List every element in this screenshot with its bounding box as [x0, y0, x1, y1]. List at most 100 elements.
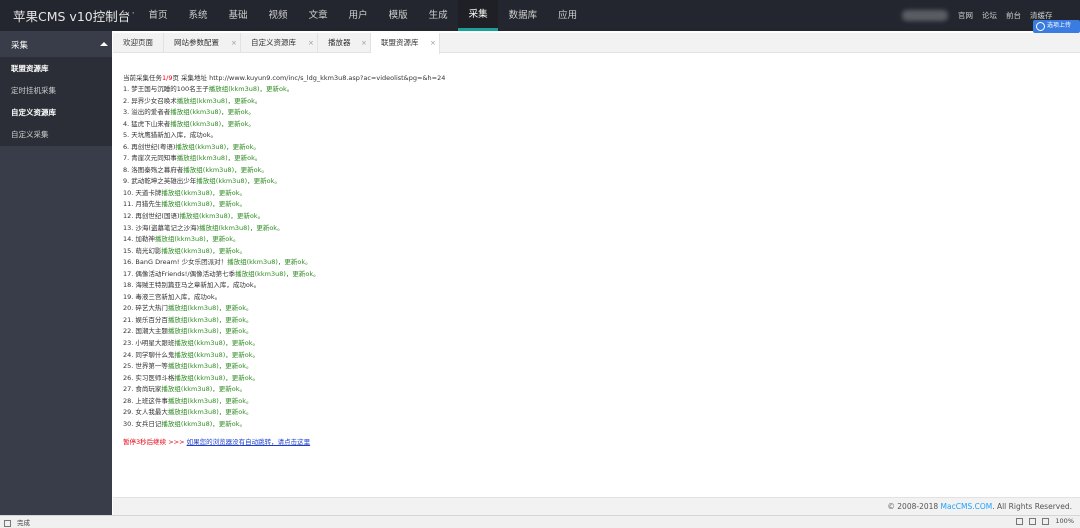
log-line: 9. 武动乾坤之英雄出少年播放组(kkm3u8)，更新ok。	[123, 176, 1023, 188]
log-title: 加勒神	[135, 235, 155, 244]
log-title: 同学聊什么鬼	[135, 350, 175, 359]
status-text: 完成	[4, 517, 30, 527]
log-line: 2. 异界少女召唤术播放组(kkm3u8)，更新ok。	[123, 96, 1023, 108]
log-action: 播放组(kkm3u8)，更新ok。	[176, 96, 262, 105]
nav-item-0[interactable]: 首页	[138, 0, 178, 31]
log-line: 14. 加勒神播放组(kkm3u8)，更新ok。	[123, 234, 1023, 246]
log-number: 20.	[123, 304, 134, 313]
caret-up-icon	[100, 42, 108, 46]
nav-item-10[interactable]: 应用	[548, 0, 588, 31]
redirect-link[interactable]: 如果您的浏览器没有自动跳转，请点击这里	[187, 438, 311, 446]
copyright-bar: © 2008-2018 MacCMS.COM. All Rights Reser…	[113, 497, 1080, 515]
close-icon[interactable]: ×	[361, 33, 367, 53]
log-title: 女兵日记	[135, 419, 162, 428]
app-title[interactable]: 苹果CMS v10控制台	[13, 6, 130, 25]
tab-label: 网站参数配置	[174, 38, 219, 47]
pause-notice: 暂停3秒后继续 >>>	[123, 438, 187, 446]
log-title: 青崖次元同知事	[131, 154, 177, 163]
log-action: 播放组(kkm3u8)，更新ok。	[161, 188, 246, 197]
log-title: 武动乾坤之英雄出少年	[131, 177, 197, 186]
log-title: 女人我最大	[135, 408, 168, 417]
nav-item-6[interactable]: 模版	[378, 0, 418, 31]
log-title: 海贼王特别篇亚马之章新加入库，成功ok。	[135, 281, 261, 290]
status-label: 完成	[17, 519, 30, 527]
log-action: 播放组(kkm3u8)，更新ok。	[161, 385, 246, 394]
top-link-2[interactable]: 前台	[1006, 0, 1021, 31]
top-link-0[interactable]: 官网	[958, 0, 973, 31]
log-title: 上班这件事	[135, 396, 168, 405]
sidebar-item-0[interactable]: 联盟资源库	[0, 58, 112, 80]
sidebar-section-collect[interactable]: 采集	[0, 31, 112, 58]
nav-item-3[interactable]: 视频	[258, 0, 298, 31]
copyright-brand-link[interactable]: MacCMS.COM	[941, 502, 993, 511]
speaker-icon[interactable]	[1016, 517, 1024, 525]
tab-label: 自定义资源库	[251, 38, 296, 47]
tab-3[interactable]: 播放器 ×	[318, 33, 371, 53]
log-line: 4. 猛虎下山来者播放组(kkm3u8)，更新ok。	[123, 119, 1023, 131]
more-menu-icon[interactable]: ···	[122, 7, 136, 19]
upload-badge-label: 选项上传	[1047, 23, 1072, 29]
tab-1[interactable]: 网站参数配置 ×	[164, 33, 241, 53]
log-action: 播放组(kkm3u8)，更新ok。	[174, 339, 259, 348]
log-action: 播放组(kkm3u8)，更新ok。	[167, 327, 253, 336]
log-line: 19. 毒液三宫新加入库，成功ok。	[123, 292, 1023, 304]
close-icon[interactable]: ×	[231, 33, 237, 53]
tab-2[interactable]: 自定义资源库 ×	[241, 33, 318, 53]
browser-status-bar: 完成 100%	[0, 515, 1080, 528]
nav-item-7[interactable]: 生成	[418, 0, 458, 31]
log-line: 30. 女兵日记播放组(kkm3u8)，更新ok。	[123, 419, 1023, 431]
status-right: 100%	[1016, 517, 1074, 525]
log-action: 播放组(kkm3u8)，更新ok。	[170, 119, 255, 128]
log-title: 国潮大主题	[135, 327, 168, 336]
log-line: 16. BanG Dream! 少女乐团派对！播放组(kkm3u8)，更新ok。	[123, 257, 1023, 269]
log-action: 播放组(kkm3u8)，更新ok。	[176, 154, 262, 163]
log-number: 30.	[123, 419, 134, 428]
copyright-prefix: © 2008-2018	[887, 502, 941, 511]
tab-label: 欢迎页面	[123, 38, 153, 47]
log-number: 27.	[123, 385, 134, 394]
log-number: 11.	[123, 200, 134, 209]
log-line: 11. 月猎先生播放组(kkm3u8)，更新ok。	[123, 199, 1023, 211]
close-icon[interactable]: ×	[308, 33, 314, 53]
nav-item-4[interactable]: 文章	[298, 0, 338, 31]
log-number: 15.	[123, 246, 134, 255]
sidebar-submenu: 联盟资源库 定时挂机采集 自定义资源库 自定义采集	[0, 58, 112, 146]
copyright-suffix: . All Rights Reserved.	[992, 502, 1072, 511]
top-link-1[interactable]: 论坛	[982, 0, 997, 31]
log-action: 播放组(kkm3u8)，更新ok。	[161, 200, 246, 209]
log-action: 播放组(kkm3u8)，更新ok。	[154, 235, 240, 244]
tab-4[interactable]: 联盟资源库 ×	[371, 33, 440, 54]
nav-item-5[interactable]: 用户	[338, 0, 378, 31]
top-navbar: 苹果CMS v10控制台 ··· 首页 系统 基础 视频 文章 用户 模版 生成 采集 数据库 应用…	[0, 0, 1080, 31]
log-title: 洛图秦殇之幕府者	[131, 165, 184, 174]
log-title: 猛虎下山来者	[131, 119, 171, 128]
collect-header-prefix: 当前采集任务	[123, 74, 162, 82]
log-number: 28.	[123, 396, 134, 405]
log-line: 26. 实习医师斗格播放组(kkm3u8)，更新ok。	[123, 373, 1023, 385]
user-avatar[interactable]	[902, 10, 948, 21]
log-line: 28. 上班这件事播放组(kkm3u8)，更新ok。	[123, 396, 1023, 408]
log-number: 22.	[123, 327, 134, 336]
download-icon[interactable]	[1029, 517, 1037, 525]
log-title: 天坑鹰猎新加入库，成功ok。	[131, 131, 218, 140]
close-icon[interactable]: ×	[430, 33, 436, 53]
sidebar-item-1[interactable]: 定时挂机采集	[0, 80, 112, 102]
nav-item-2[interactable]: 基础	[218, 0, 258, 31]
upload-badge[interactable]: 选项上传	[1033, 20, 1080, 33]
sidebar-item-2[interactable]: 自定义资源库	[0, 102, 112, 124]
nav-item-9[interactable]: 数据库	[498, 0, 548, 31]
log-line: 17. 偶像活动Friends!/偶像活动第七季播放组(kkm3u8)，更新ok…	[123, 269, 1023, 281]
tab-0[interactable]: 欢迎页面	[113, 33, 164, 53]
nav-item-8[interactable]: 采集	[458, 0, 499, 31]
log-title: 毒液三宫新加入库，成功ok。	[135, 292, 222, 301]
sidebar-item-3[interactable]: 自定义采集	[0, 124, 112, 146]
log-number: 13.	[123, 223, 134, 232]
log-line: 21. 娱乐百分百播放组(kkm3u8)，更新ok。	[123, 315, 1023, 327]
log-title: 实习医师斗格	[135, 373, 175, 382]
nav-item-1[interactable]: 系统	[178, 0, 218, 31]
collect-log: 1. 梦王国与沉睡的100名王子播放组(kkm3u8)，更新ok。 2. 异界少女…	[123, 84, 1023, 430]
zoom-icon[interactable]	[1042, 517, 1050, 525]
log-line: 1. 梦王国与沉睡的100名王子播放组(kkm3u8)，更新ok。	[123, 84, 1023, 96]
zoom-level[interactable]: 100%	[1055, 517, 1074, 525]
log-number: 19.	[123, 292, 134, 301]
